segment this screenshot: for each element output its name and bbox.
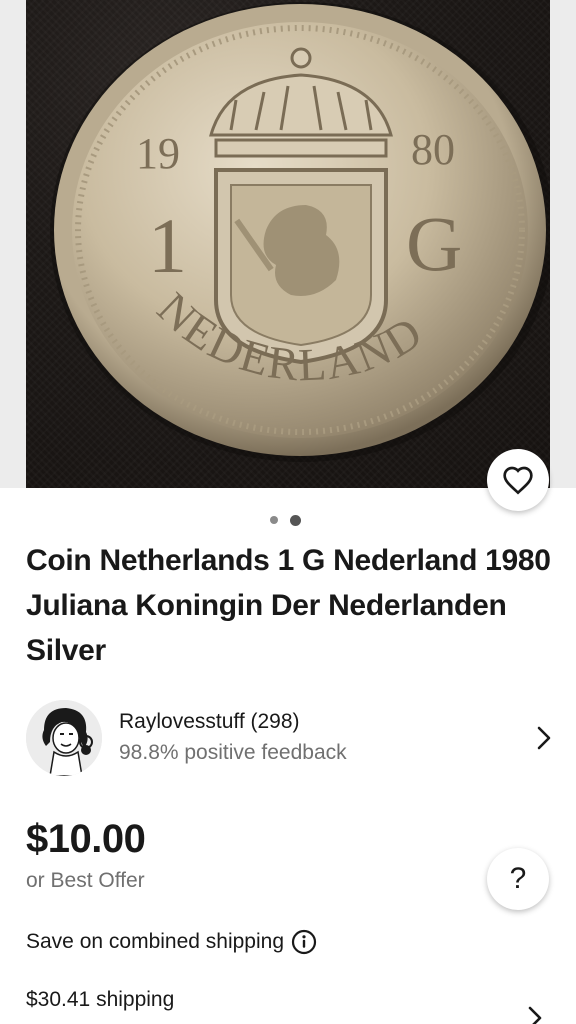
info-icon[interactable] — [291, 929, 317, 955]
shipping-chevron-right-icon[interactable] — [528, 1006, 542, 1024]
question-icon: ? — [509, 862, 527, 895]
seller-row[interactable]: Raylovesstuff (298) 98.8% positive feedb… — [26, 698, 554, 778]
help-button[interactable]: ? — [487, 848, 549, 910]
image-gallery[interactable]: 19 80 1 G NEDERLAND — [0, 0, 576, 488]
item-price: $10.00 — [26, 817, 146, 861]
seller-feedback: 98.8% positive feedback — [119, 741, 347, 764]
heart-icon — [503, 466, 533, 495]
coin-year-right: 80 — [411, 125, 455, 174]
coin-image: 19 80 1 G NEDERLAND — [50, 2, 550, 462]
shipping-cost: $30.41 shipping — [26, 988, 175, 1011]
pagination-dot[interactable] — [270, 516, 278, 524]
best-offer-text: or Best Offer — [26, 869, 145, 892]
item-page: 19 80 1 G NEDERLAND Coin Netherlands 1 G… — [0, 0, 576, 1024]
combined-shipping-text: Save on combined shipping — [26, 930, 285, 953]
item-title: Coin Netherlands 1 G Nederland 1980 Juli… — [26, 544, 551, 667]
chevron-right-icon[interactable] — [534, 723, 554, 753]
coin-year-left: 19 — [136, 129, 180, 178]
image-pagination — [270, 514, 301, 526]
seller-avatar — [26, 700, 102, 776]
coin-photo[interactable]: 19 80 1 G NEDERLAND — [26, 0, 550, 488]
pagination-dot-active[interactable] — [290, 514, 301, 526]
coin-denomination-right: G — [406, 200, 462, 287]
watch-button[interactable] — [487, 449, 549, 511]
combined-shipping-row[interactable]: Save on combined shipping — [26, 926, 317, 958]
coin-denomination-left: 1 — [148, 202, 187, 289]
seller-name[interactable]: Raylovesstuff (298) — [119, 707, 534, 737]
